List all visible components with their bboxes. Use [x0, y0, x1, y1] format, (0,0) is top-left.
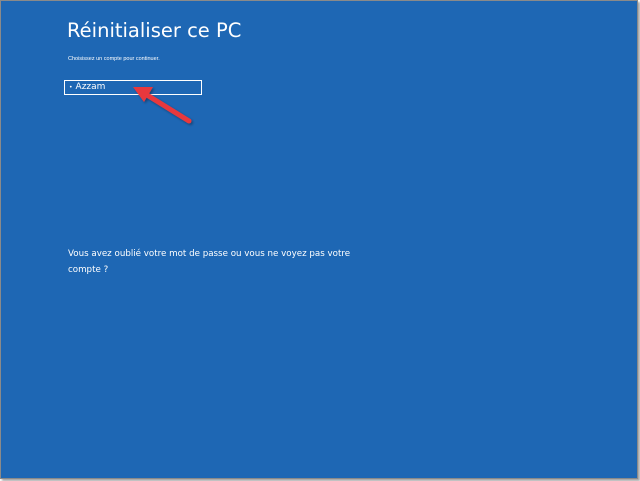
- account-bullet: •: [69, 83, 73, 91]
- reset-pc-screen: Réinitialiser ce PC Choisissez un compte…: [0, 0, 638, 479]
- account-item-azzam[interactable]: • Azzam: [64, 80, 202, 95]
- forgot-password-link[interactable]: Vous avez oublié votre mot de passe ou v…: [68, 246, 358, 278]
- page-title: Réinitialiser ce PC: [67, 19, 242, 42]
- arrow-pointer-icon: [133, 87, 192, 124]
- account-name: Azzam: [75, 82, 106, 92]
- page-subtitle: Choisissez un compte pour continuer.: [68, 56, 160, 62]
